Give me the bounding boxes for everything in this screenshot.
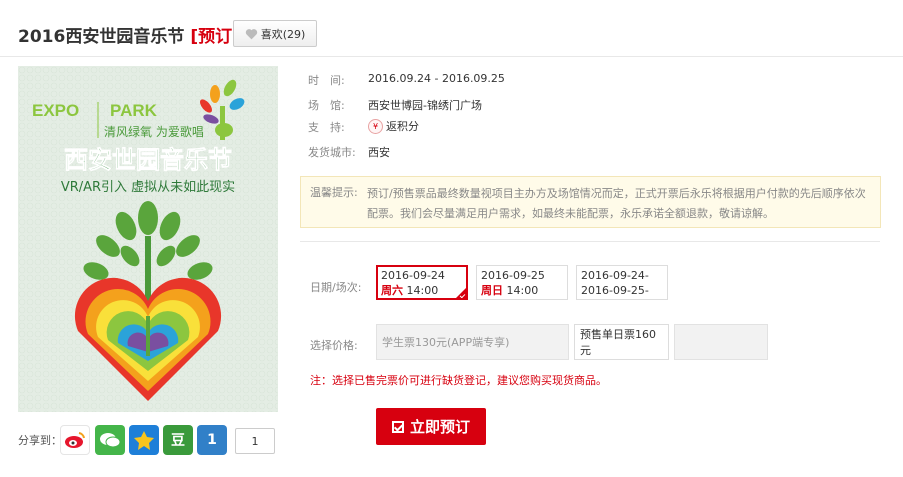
price-option[interactable] <box>674 324 768 360</box>
support-value-row: ¥ 返积分 <box>368 118 419 134</box>
event-title: 2016西安世园音乐节 <box>18 27 185 47</box>
share-label: 分享到： <box>18 434 62 447</box>
event-poster: EXPO PARK 清风绿氧 为爱歌唱 西安世园音乐节 VR/AR引入 虚拟从未… <box>18 66 278 412</box>
date-option-weekday: 周日 <box>481 284 503 297</box>
weibo-icon[interactable] <box>60 425 90 455</box>
book-now-label: 立即预订 <box>409 418 470 436</box>
price-label: 选择价格: <box>310 339 358 352</box>
city-label: 发货城市: <box>308 146 356 159</box>
date-option-session: 周日 14:00 <box>481 283 563 298</box>
poster-art: EXPO PARK 清风绿氧 为爱歌唱 西安世园音乐节 VR/AR引入 虚拟从未… <box>18 66 278 412</box>
date-option-weekday: 周六 <box>381 284 403 297</box>
section-divider <box>300 241 880 242</box>
date-option-start: 2016-09-24- <box>581 269 649 282</box>
checkbox-icon <box>391 420 404 433</box>
like-label: 喜欢(29) <box>260 27 306 41</box>
qzone-icon[interactable] <box>129 425 159 455</box>
date-option-end: 2016-09-25- <box>581 284 649 297</box>
time-label: 时 间: <box>308 74 345 87</box>
poster-headline: 西安世园音乐节 <box>64 146 232 174</box>
selected-check-icon <box>456 288 466 298</box>
time-value: 2016.09.24 - 2016.09.25 <box>368 72 505 85</box>
date-option-date: 2016-09-25 <box>481 269 545 282</box>
stock-warning: 注：选择已售完票价可进行缺货登记，建议您购买现货商品。 <box>310 374 607 387</box>
page-title: 2016西安世园音乐节 [预订] <box>18 22 240 47</box>
date-option[interactable]: 2016-09-24- 2016-09-25- <box>576 265 668 300</box>
yen-icon: ¥ <box>368 118 383 134</box>
date-option-time: 14:00 <box>403 284 439 297</box>
like-button[interactable]: 喜欢(29) <box>233 20 317 47</box>
date-label: 日期/场次: <box>310 281 362 294</box>
date-option-session: 周六 14:00 <box>381 283 463 298</box>
douban-icon[interactable]: 豆 <box>163 425 193 455</box>
notice-label: 温馨提示: <box>310 186 358 199</box>
book-now-button[interactable]: 立即预订 <box>376 408 486 445</box>
notice-text: 预订/预售票品最终数量视项目主办方及场馆情况而定，正式开票后永乐将根据用户付款的… <box>367 187 866 220</box>
date-option-time: 14:00 <box>503 284 539 297</box>
header-divider <box>0 56 903 57</box>
poster-slogan: 清风绿氧 为爱歌唱 <box>104 124 204 139</box>
city-value: 西安 <box>368 146 390 159</box>
date-option-date: 2016-09-24 <box>381 269 445 282</box>
date-option[interactable]: 2016-09-25 周日 14:00 <box>476 265 568 300</box>
support-label: 支 持: <box>308 121 345 134</box>
share-1-icon[interactable]: 1 <box>197 425 227 455</box>
support-value: 返积分 <box>386 120 419 133</box>
poster-logo-right: PARK <box>110 101 158 120</box>
price-option[interactable]: 学生票130元(APP端专享) <box>376 324 569 360</box>
date-option[interactable]: 2016-09-24 周六 14:00 <box>376 265 468 300</box>
poster-logo-left: EXPO <box>32 101 79 120</box>
wechat-icon[interactable] <box>95 425 125 455</box>
heart-icon <box>245 28 257 39</box>
poster-subline: VR/AR引入 虚拟从未如此现实 <box>61 179 235 195</box>
price-option[interactable]: 预售单日票160元 <box>574 324 669 360</box>
venue-value: 西安世博园-锦绣门广场 <box>368 99 482 112</box>
share-count: 1 <box>235 428 275 454</box>
venue-label: 场 馆: <box>308 99 345 112</box>
